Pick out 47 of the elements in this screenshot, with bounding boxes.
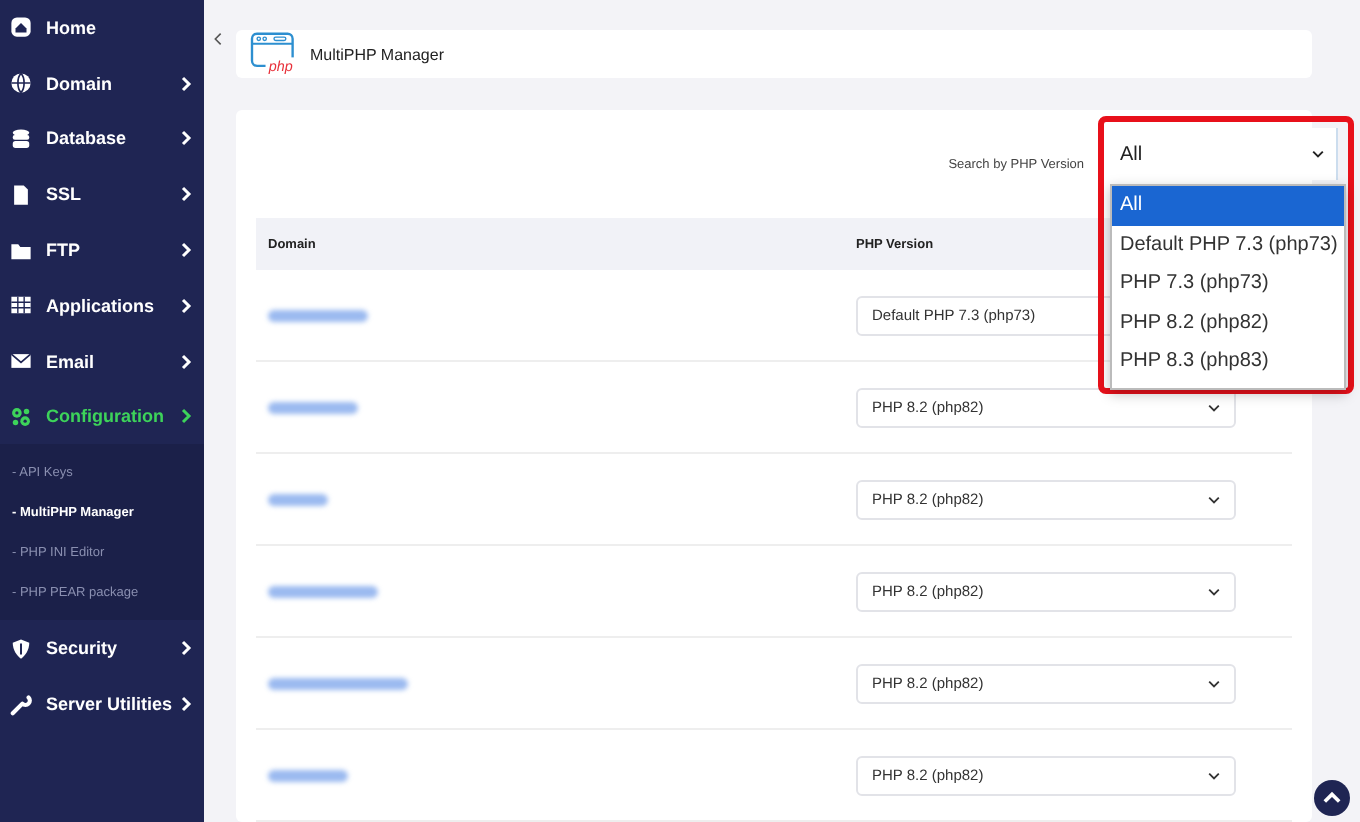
blurred-domain-link[interactable] xyxy=(268,769,348,781)
sidebar-item[interactable]: Home xyxy=(0,0,204,56)
chevron-right-icon xyxy=(180,353,192,370)
sidebar-item[interactable]: Email xyxy=(0,333,204,390)
sidebar-item[interactable]: FTP xyxy=(0,222,204,278)
scroll-top-icon[interactable] xyxy=(1314,780,1350,816)
folder-icon xyxy=(10,239,32,262)
caret-icon xyxy=(1208,587,1220,595)
shield-icon xyxy=(10,637,32,660)
dropdown-option[interactable]: All xyxy=(1112,186,1344,225)
sidebar-item[interactable]: Configuration xyxy=(0,389,204,445)
mail-icon xyxy=(10,350,32,373)
file-icon xyxy=(10,183,32,206)
blurred-domain-link[interactable] xyxy=(268,309,368,321)
blurred-domain-link[interactable] xyxy=(268,493,328,505)
blurred-domain-link[interactable] xyxy=(268,677,408,689)
blurred-domain-link[interactable] xyxy=(268,585,378,597)
chevron-right-icon xyxy=(180,408,192,425)
wrench-icon xyxy=(10,693,32,716)
caret-icon xyxy=(1312,150,1324,158)
caret-icon xyxy=(1208,403,1220,411)
chevron-right-icon xyxy=(180,297,192,314)
home-icon xyxy=(10,16,32,39)
collapse-icon[interactable] xyxy=(214,32,222,46)
caret-icon xyxy=(1208,495,1220,503)
caret-icon xyxy=(1208,679,1220,687)
blurred-domain-link[interactable] xyxy=(268,401,358,413)
sidebar-item[interactable]: Security xyxy=(0,620,204,677)
caret-icon xyxy=(1208,771,1220,779)
sidebar-item[interactable]: Applications xyxy=(0,277,204,334)
chevron-right-icon xyxy=(180,186,192,203)
chevron-right-icon xyxy=(180,75,192,92)
dropdown-option[interactable]: PHP 8.3 (php83) xyxy=(1112,342,1344,381)
database-icon xyxy=(10,127,32,150)
globe-icon xyxy=(10,72,32,95)
sidebar-item[interactable]: Server Utilities xyxy=(0,676,204,732)
chevron-right-icon xyxy=(180,242,192,259)
sidebar-item[interactable]: SSL xyxy=(0,166,204,223)
sidebar-item[interactable]: Database xyxy=(0,111,204,167)
gears-icon xyxy=(10,405,32,428)
grid-icon xyxy=(10,294,32,317)
chevron-right-icon xyxy=(180,130,192,147)
chevron-right-icon xyxy=(180,640,192,657)
page-title: MultiPHP Manager xyxy=(310,45,444,63)
chevron-right-icon xyxy=(180,696,192,713)
dropdown-option[interactable]: Default PHP 7.3 (php73) xyxy=(1112,225,1344,264)
sidebar-item[interactable]: Domain xyxy=(0,55,204,112)
